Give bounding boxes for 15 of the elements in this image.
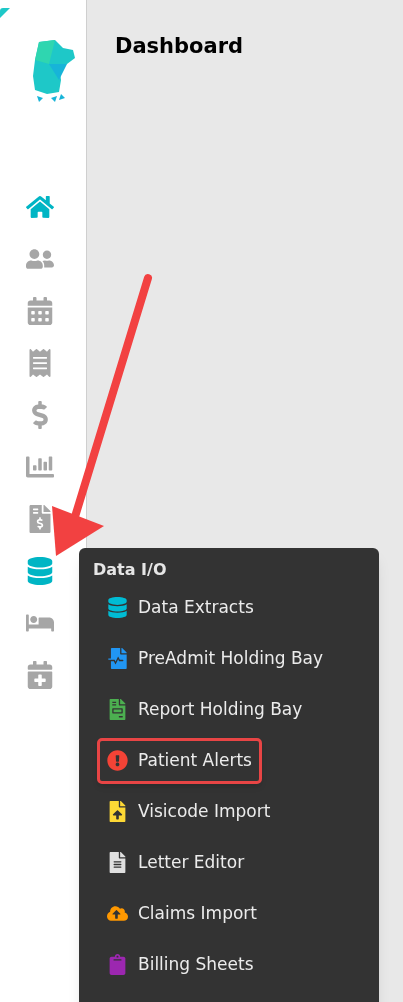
menu-item[interactable]: Claims Import xyxy=(97,890,267,937)
menu-item[interactable]: PreAdmit Holding Bay xyxy=(97,635,334,682)
calendar-icon[interactable] xyxy=(26,297,54,325)
calendar-plus-icon[interactable] xyxy=(26,661,54,689)
menu-title: Data I/O xyxy=(93,560,167,579)
menu-item[interactable]: Report Holding Bay xyxy=(97,686,313,733)
menu-item[interactable]: Letter Editor xyxy=(97,839,255,886)
database-icon[interactable] xyxy=(26,557,54,585)
menu-item[interactable]: Visicode Import xyxy=(97,788,281,835)
menu-item[interactable]: Patient Alerts xyxy=(97,737,262,784)
corner-mark xyxy=(0,8,10,18)
page-title: Dashboard xyxy=(115,36,245,57)
home-icon[interactable] xyxy=(26,193,54,221)
menu-item[interactable]: Billing Sheets xyxy=(97,941,264,988)
menu-item[interactable]: Data Extracts xyxy=(97,584,264,631)
